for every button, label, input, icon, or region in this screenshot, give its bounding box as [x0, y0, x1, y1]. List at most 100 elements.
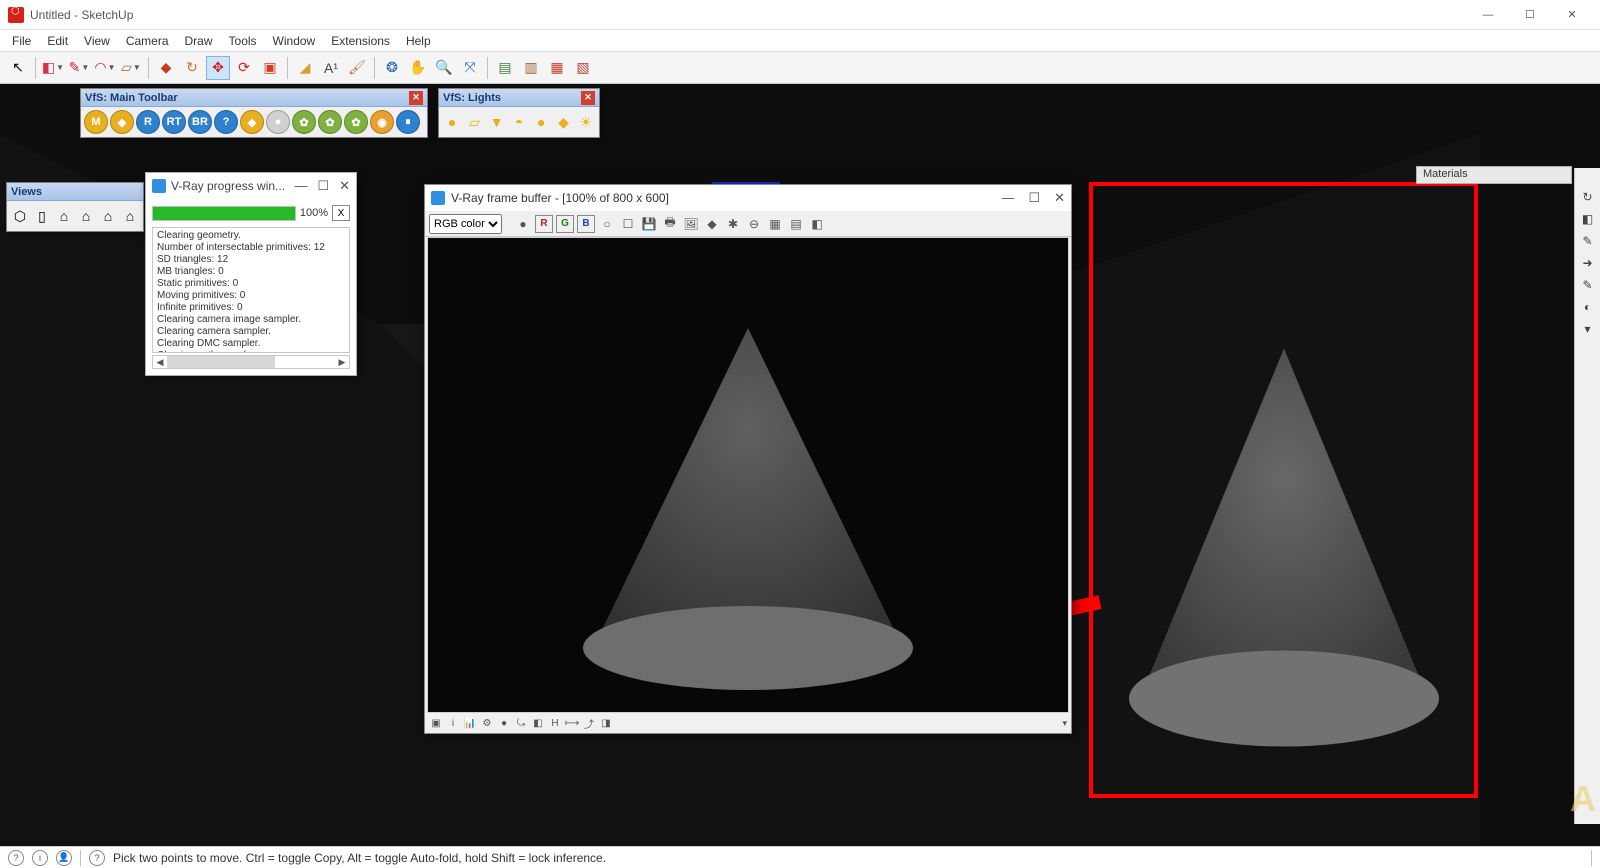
line-icon[interactable]: ✎▼ — [67, 56, 91, 80]
close-button[interactable]: ✕ — [1552, 1, 1592, 29]
vfb-tool-9[interactable]: ◆ — [703, 215, 721, 233]
view-preset-1[interactable]: ▯ — [32, 204, 52, 228]
vray-progress-window[interactable]: V-Ray progress win... — ☐ ✕ 100% X Clear… — [145, 172, 357, 376]
sb-help-icon[interactable]: ? — [8, 850, 24, 866]
vfs-tree3[interactable]: ✿ — [344, 110, 368, 134]
tray-icon-1[interactable]: ◧ — [1579, 210, 1597, 228]
vfb-status-10[interactable]: ◨ — [599, 716, 613, 730]
menu-file[interactable]: File — [4, 32, 39, 50]
arc-icon[interactable]: ◠▼ — [93, 56, 117, 80]
progress-close-button[interactable]: ✕ — [339, 178, 350, 194]
menu-tools[interactable]: Tools — [221, 32, 265, 50]
vfs-main-toolbar[interactable]: VfS: Main Toolbar ✕ M◆RRTBR?◆●✿✿✿◉⏸ — [80, 88, 428, 138]
warehouse2-icon[interactable]: ▧ — [571, 56, 595, 80]
vfb-tool-6[interactable]: 💾 — [640, 215, 658, 233]
orbit-icon[interactable]: ❂ — [380, 56, 404, 80]
vfb-tool-10[interactable]: ✱ — [724, 215, 742, 233]
vfs-sphere[interactable]: ● — [266, 110, 290, 134]
tray-icon-6[interactable]: ▾ — [1579, 320, 1597, 338]
vfb-tool-1[interactable]: R — [535, 215, 553, 233]
vfs-main-close-icon[interactable]: ✕ — [409, 91, 423, 105]
vfb-tool-2[interactable]: G — [556, 215, 574, 233]
menu-camera[interactable]: Camera — [118, 32, 177, 50]
vfb-status-8[interactable]: ⟼ — [565, 716, 579, 730]
menu-extensions[interactable]: Extensions — [323, 32, 398, 50]
progress-log[interactable]: Clearing geometry.Number of intersectabl… — [152, 227, 350, 353]
view-preset-0[interactable]: ⬡ — [10, 204, 30, 228]
outliner-icon[interactable]: ▥ — [519, 56, 543, 80]
vfb-status-7[interactable]: H — [548, 716, 562, 730]
progress-min-button[interactable]: — — [294, 178, 307, 194]
view-preset-2[interactable]: ⌂ — [54, 204, 74, 228]
sb-info-icon[interactable]: i — [32, 850, 48, 866]
vfb-status-5[interactable]: ⤿ — [514, 716, 528, 730]
zoom-icon[interactable]: 🔍 — [432, 56, 456, 80]
vfs-tree2[interactable]: ✿ — [318, 110, 342, 134]
vfs-pause[interactable]: ⏸ — [396, 110, 420, 134]
menu-help[interactable]: Help — [398, 32, 439, 50]
menu-edit[interactable]: Edit — [39, 32, 76, 50]
minimize-button[interactable]: — — [1468, 1, 1508, 29]
warehouse-icon[interactable]: ▦ — [545, 56, 569, 80]
vfs-br[interactable]: BR — [188, 110, 212, 134]
vfb-status-9[interactable]: ⤴ — [582, 716, 596, 730]
light-spot[interactable]: ▼ — [487, 110, 507, 134]
vfb-tool-13[interactable]: ▤ — [787, 215, 805, 233]
vfs-tree1[interactable]: ✿ — [292, 110, 316, 134]
zoom-ext-icon[interactable]: ⤧ — [458, 56, 482, 80]
vray-frame-buffer[interactable]: V-Ray frame buffer - [100% of 800 x 600]… — [424, 184, 1072, 734]
move-icon[interactable]: ✥ — [206, 56, 230, 80]
light-sphere[interactable]: ● — [531, 110, 551, 134]
vfs-globe[interactable]: ◉ — [370, 110, 394, 134]
vfb-tool-7[interactable]: 🖶 — [661, 215, 679, 233]
vfs-r[interactable]: R — [136, 110, 160, 134]
light-omni[interactable]: ● — [442, 110, 462, 134]
materials-panel-header[interactable]: Materials — [1416, 166, 1572, 184]
menu-window[interactable]: Window — [265, 32, 324, 50]
maximize-button[interactable]: ☐ — [1510, 1, 1550, 29]
vfb-tool-4[interactable]: ○ — [598, 215, 616, 233]
progress-hscroll[interactable]: ◀▶ — [152, 355, 350, 369]
vfb-status-3[interactable]: ⚙ — [480, 716, 494, 730]
tray-icon-0[interactable]: ↻ — [1579, 188, 1597, 206]
vfb-status-6[interactable]: ◧ — [531, 716, 545, 730]
progress-max-button[interactable]: ☐ — [317, 178, 329, 194]
menu-draw[interactable]: Draw — [177, 32, 221, 50]
vfb-status-0[interactable]: ▣ — [429, 716, 443, 730]
light-dome[interactable]: ◓ — [509, 110, 529, 134]
vfs-rt[interactable]: RT — [162, 110, 186, 134]
vfb-tool-3[interactable]: B — [577, 215, 595, 233]
tray-icon-2[interactable]: ✎ — [1579, 232, 1597, 250]
vfb-tool-14[interactable]: ◧ — [808, 215, 826, 233]
vfb-tool-12[interactable]: ▦ — [766, 215, 784, 233]
text-icon[interactable]: A¹ — [319, 56, 343, 80]
vfb-tool-8[interactable]: 🖼 — [682, 215, 700, 233]
vfb-max-button[interactable]: ☐ — [1028, 190, 1040, 206]
rect-icon[interactable]: ▱▼ — [119, 56, 143, 80]
light-rect[interactable]: ▱ — [464, 110, 484, 134]
vfb-min-button[interactable]: — — [1001, 190, 1014, 206]
vfb-status-1[interactable]: i — [446, 716, 460, 730]
view-preset-5[interactable]: ⌂ — [120, 204, 140, 228]
vfb-status-2[interactable]: 📊 — [463, 716, 477, 730]
progress-cancel-button[interactable]: X — [332, 205, 350, 221]
vfs-m[interactable]: M — [84, 110, 108, 134]
tray-icon-3[interactable]: ➜ — [1579, 254, 1597, 272]
vfb-channel-select[interactable]: RGB color — [429, 214, 502, 234]
vfs-o[interactable]: ◆ — [110, 110, 134, 134]
layers-icon[interactable]: ▤ — [493, 56, 517, 80]
vfb-tool-0[interactable]: ● — [514, 215, 532, 233]
rotate-icon[interactable]: ⟳ — [232, 56, 256, 80]
vfb-status-4[interactable]: ● — [497, 716, 511, 730]
tray-icon-5[interactable]: ◐ — [1579, 298, 1597, 316]
pan-icon[interactable]: ✋ — [406, 56, 430, 80]
vfs-lights-toolbar[interactable]: VfS: Lights ✕ ●▱▼◓●◆☀ — [438, 88, 600, 138]
views-toolbar[interactable]: Views ⬡▯⌂⌂⌂⌂ — [6, 182, 144, 232]
eraser-icon[interactable]: ◧▼ — [41, 56, 65, 80]
light-ies[interactable]: ◆ — [553, 110, 573, 134]
sb-user-icon[interactable]: 👤 — [56, 850, 72, 866]
scale-icon[interactable]: ▣ — [258, 56, 282, 80]
tray-icon-4[interactable]: ✎ — [1579, 276, 1597, 294]
view-preset-3[interactable]: ⌂ — [76, 204, 96, 228]
view-preset-4[interactable]: ⌂ — [98, 204, 118, 228]
